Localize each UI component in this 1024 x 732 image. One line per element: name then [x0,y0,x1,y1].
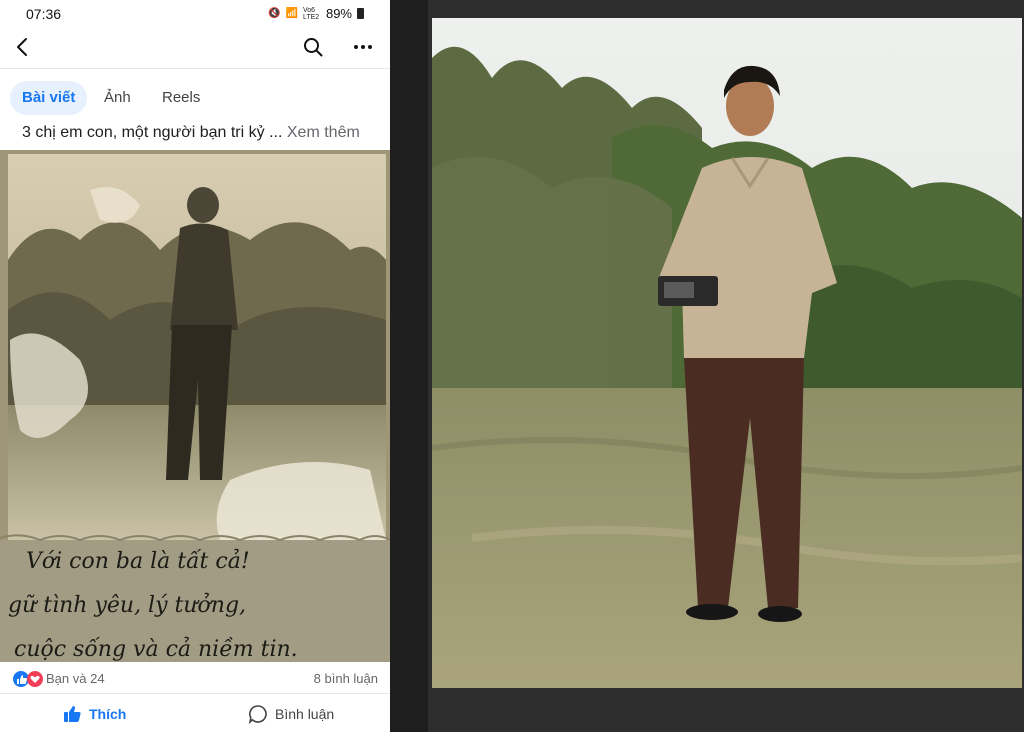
status-bar: 07:36 🔇 📶 Vo6 LTE2 89% [0,0,390,28]
reactions-bar: Bạn và 24 8 bình luận [0,664,390,694]
handwriting-line-2: gữ tình yêu, lý tưởng, [8,592,246,618]
wifi-icon: 📶 [285,8,298,19]
post-actions: Thích Bình luận [0,696,390,732]
like-button[interactable]: Thích [62,702,126,726]
thumbs-up-icon [64,706,81,722]
more-options-icon[interactable] [352,36,374,58]
battery-percent: 89% [325,6,352,21]
see-more-link[interactable]: Xem thêm [287,124,360,141]
restored-color-photo[interactable] [432,18,1022,688]
handwriting-line-1: Với con ba là tất cả! [26,548,250,574]
back-arrow-icon[interactable] [12,36,34,58]
battery-icon [357,8,364,19]
panel-divider [390,0,428,732]
profile-tabs: Bài viết Ảnh Reels [0,68,390,124]
network-label: Vo6 LTE2 [302,6,320,21]
caption-text: 3 chị em con, một người bạn tri kỷ ... [22,124,283,141]
old-photo-image[interactable]: Với con ba là tất cả! gữ tình yêu, lý tư… [0,150,390,662]
comment-button[interactable]: Bình luận [248,702,334,726]
tab-photos[interactable]: Ảnh [92,81,143,115]
like-label: Thích [89,706,127,722]
comment-bubble-icon [248,705,267,724]
comment-label: Bình luận [275,706,335,722]
mute-icon: 🔇 [268,8,281,19]
tab-reels[interactable]: Reels [150,81,212,115]
status-indicators: 🔇 📶 Vo6 LTE2 89% [268,6,364,21]
like-love-reaction-icons[interactable] [12,670,46,688]
facebook-mobile-view: 07:36 🔇 📶 Vo6 LTE2 89% Bài viết Ảnh Reel… [0,0,390,732]
search-icon[interactable] [302,36,324,58]
tab-posts[interactable]: Bài viết [10,81,88,115]
comments-count[interactable]: 8 bình luận [314,671,378,686]
handwriting-line-3: cuộc sống và cả niềm tin. [14,636,298,662]
reactions-count[interactable]: Bạn và 24 [46,671,105,686]
top-nav [0,30,390,66]
status-time: 07:36 [26,6,62,22]
post-caption: 3 chị em con, một người bạn tri kỷ ... X… [22,124,382,142]
